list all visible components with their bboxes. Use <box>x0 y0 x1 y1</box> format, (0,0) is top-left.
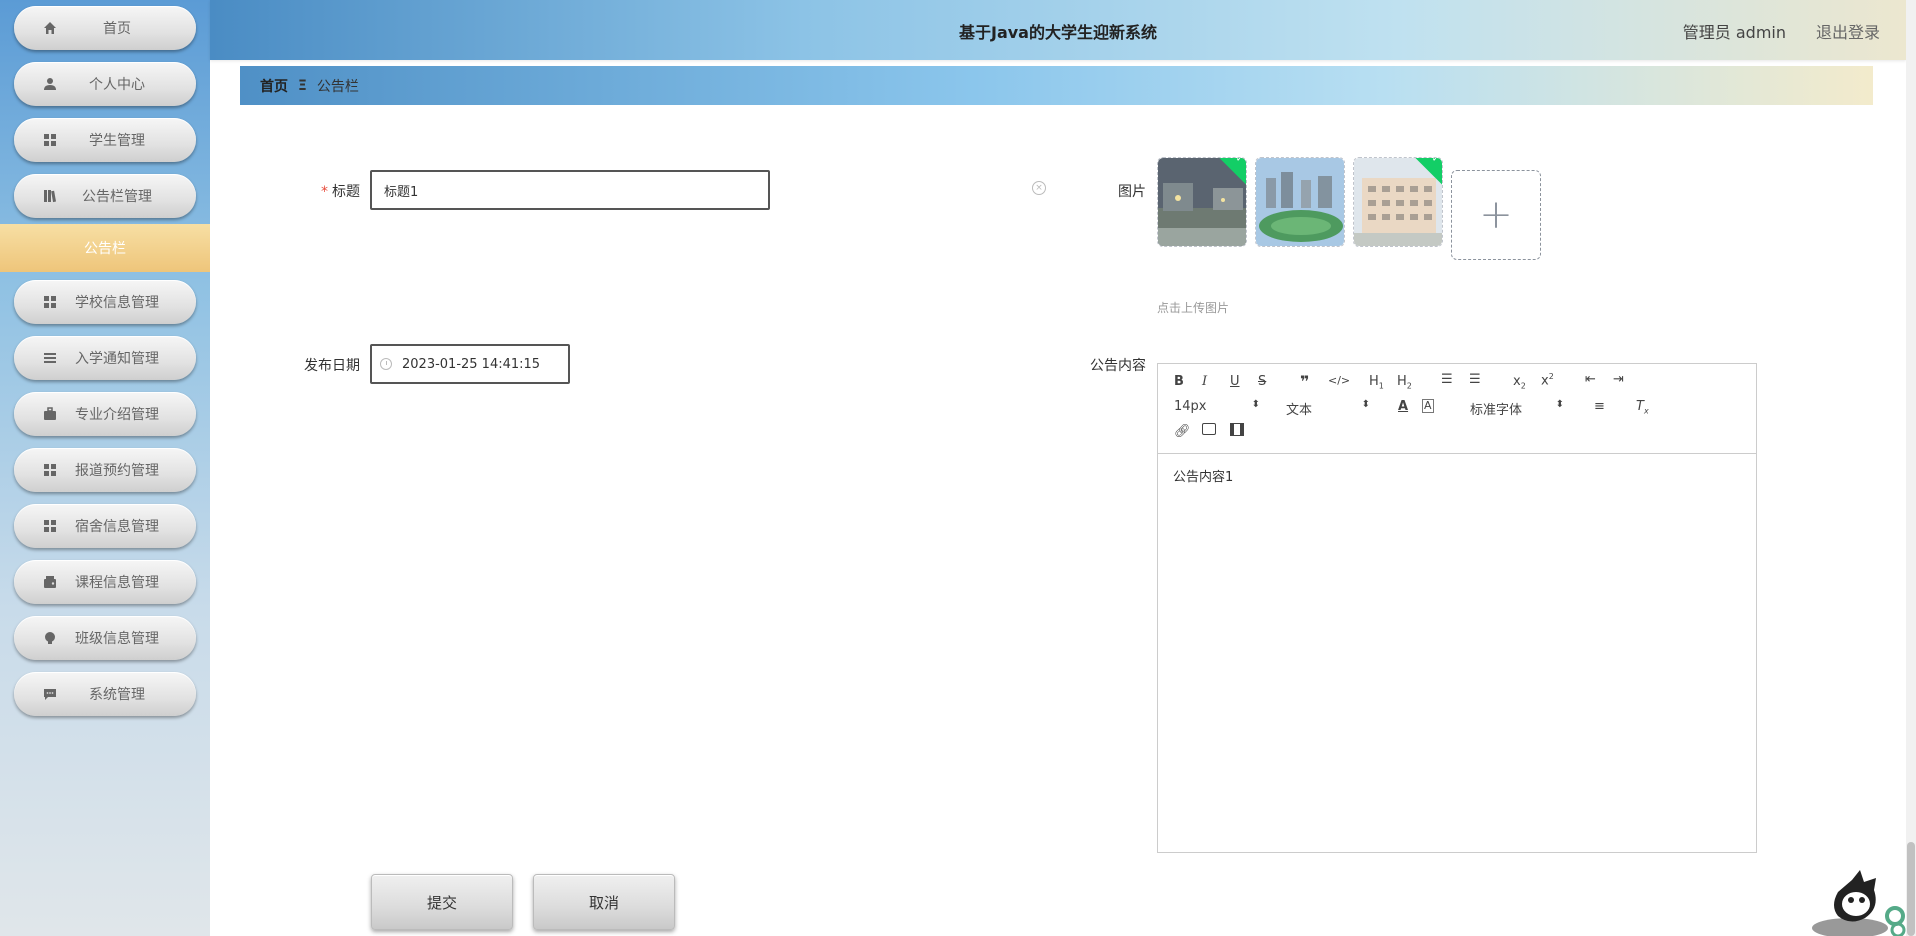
italic-icon[interactable]: I <box>1202 374 1207 389</box>
home-icon <box>42 20 58 36</box>
campus-field-image <box>1256 158 1344 246</box>
bold-icon[interactable]: B <box>1174 374 1184 389</box>
app-title: 基于Java的大学生迎新系统 <box>959 23 1157 42</box>
required-mark: * <box>321 184 328 200</box>
sidebar-item-major[interactable]: 专业介绍管理 <box>14 392 196 436</box>
outdent-icon[interactable]: ⇤ <box>1585 372 1596 387</box>
updown-icon: ⬍ <box>1251 399 1260 410</box>
image-thumbnail-3[interactable]: ✓ <box>1353 157 1443 247</box>
bullet-list-icon[interactable]: ☰ <box>1469 372 1481 387</box>
cat-mascot-image <box>1812 870 1906 936</box>
logout-link[interactable]: 退出登录 <box>1816 19 1880 43</box>
code-block-icon[interactable]: </> <box>1328 374 1350 387</box>
font-color-icon[interactable]: A <box>1398 399 1408 414</box>
top-header: 基于Java的大学生迎新系统 管理员 admin 退出登录 <box>210 0 1906 60</box>
indent-icon[interactable]: ⇥ <box>1613 372 1624 387</box>
content-label: 公告内容 <box>1090 358 1146 374</box>
align-icon[interactable]: ≡ <box>1594 399 1605 414</box>
sidebar-item-course[interactable]: 课程信息管理 <box>14 560 196 604</box>
updown-icon: ⬍ <box>1361 399 1370 410</box>
title-input-value: 标题1 <box>384 184 419 200</box>
list-icon <box>42 350 58 366</box>
breadcrumb: 首页 Ξ 公告栏 <box>240 66 1873 105</box>
title-label-text: 标题 <box>332 184 360 200</box>
image-thumbnail-2[interactable] <box>1255 157 1345 247</box>
font-size-select[interactable]: 14px ⬍ <box>1174 399 1260 414</box>
image-icon[interactable] <box>1202 423 1216 435</box>
editor-content[interactable]: 公告内容1 <box>1158 454 1756 497</box>
ordered-list-icon[interactable]: ☰ <box>1441 372 1453 387</box>
sidebar-item-home[interactable]: 首页 <box>14 6 196 50</box>
sidebar-item-school[interactable]: 学校信息管理 <box>14 280 196 324</box>
sidebar-item-dorm[interactable]: 宿舍信息管理 <box>14 504 196 548</box>
rich-text-editor: B I U S ❞ </> H1 H2 ☰ ☰ x2 x2 ⇤ ⇥ 14px ⬍ … <box>1157 363 1757 853</box>
breadcrumb-current: 公告栏 <box>316 78 359 95</box>
clear-icon[interactable]: × <box>1032 181 1046 195</box>
grid-icon <box>42 132 58 148</box>
book-icon <box>42 188 58 204</box>
clear-format-icon[interactable]: Tx <box>1636 399 1649 416</box>
image-thumbnail-1[interactable]: ✓ <box>1157 157 1247 247</box>
sidebar: 首页 个人中心 学生管理 公告栏管理 公告栏 学校信息管理 入学通知管理 专业介… <box>0 0 210 936</box>
sidebar-item-admission[interactable]: 入学通知管理 <box>14 336 196 380</box>
sidebar-item-system[interactable]: 系统管理 <box>14 672 196 716</box>
grid-icon <box>42 294 58 310</box>
upload-tip: 点击上传图片 <box>1157 301 1230 315</box>
chat-icon <box>42 686 58 702</box>
blockquote-icon[interactable]: ❞ <box>1300 372 1309 391</box>
sidebar-item-personal[interactable]: 个人中心 <box>14 62 196 106</box>
check-icon: ✓ <box>1235 157 1244 165</box>
briefcase-icon <box>42 406 58 422</box>
plus-icon: + <box>1479 192 1513 238</box>
sidebar-item-reservation[interactable]: 报道预约管理 <box>14 448 196 492</box>
format-select[interactable]: 文本 ⬍ <box>1286 399 1370 418</box>
title-input[interactable]: 标题1 <box>370 170 770 210</box>
grid-icon <box>42 462 58 478</box>
check-icon: ✓ <box>1431 157 1440 165</box>
submit-button[interactable]: 提交 <box>371 874 513 930</box>
font-family-value: 标准字体 <box>1470 403 1523 418</box>
sidebar-item-class[interactable]: 班级信息管理 <box>14 616 196 660</box>
current-user: 管理员 admin <box>1682 23 1786 42</box>
font-family-select[interactable]: 标准字体 ⬍ <box>1470 399 1564 418</box>
header-2-icon[interactable]: H2 <box>1397 374 1412 391</box>
user-icon <box>42 76 58 92</box>
scrollbar-thumb[interactable] <box>1907 842 1915 936</box>
date-input-value: 2023-01-25 14:41:15 <box>402 356 541 372</box>
sidebar-subitem-notice[interactable]: 公告栏 <box>0 224 210 272</box>
header-1-icon[interactable]: H1 <box>1369 374 1384 391</box>
title-label: * 标题 <box>300 181 360 201</box>
wallet-icon <box>42 574 58 590</box>
sidebar-item-students[interactable]: 学生管理 <box>14 118 196 162</box>
grid-icon <box>42 518 58 534</box>
bulb-icon <box>42 630 58 646</box>
vertical-scrollbar[interactable] <box>1906 0 1916 936</box>
video-icon[interactable] <box>1230 423 1244 436</box>
date-label: 发布日期 <box>304 358 360 374</box>
breadcrumb-home[interactable]: 首页 <box>260 76 288 96</box>
image-label: 图片 <box>1118 184 1146 200</box>
cancel-button[interactable]: 取消 <box>533 874 675 930</box>
editor-toolbar: B I U S ❞ </> H1 H2 ☰ ☰ x2 x2 ⇤ ⇥ 14px ⬍ … <box>1158 364 1756 454</box>
font-size-value: 14px <box>1174 399 1207 414</box>
subscript-icon[interactable]: x2 <box>1513 374 1526 391</box>
upload-image-button[interactable]: + <box>1451 170 1541 260</box>
superscript-icon[interactable]: x2 <box>1541 372 1554 388</box>
background-color-icon[interactable]: A <box>1422 399 1434 413</box>
underline-icon[interactable]: U <box>1230 374 1240 389</box>
sidebar-item-notice-admin[interactable]: 公告栏管理 <box>14 174 196 218</box>
clock-icon <box>380 358 392 370</box>
date-input[interactable]: 2023-01-25 14:41:15 <box>370 344 570 384</box>
breadcrumb-separator: Ξ <box>298 77 307 94</box>
format-value: 文本 <box>1286 403 1313 418</box>
updown-icon: ⬍ <box>1555 399 1564 410</box>
strikethrough-icon[interactable]: S <box>1258 374 1266 389</box>
link-icon[interactable]: 🔗︎ <box>1174 424 1191 439</box>
